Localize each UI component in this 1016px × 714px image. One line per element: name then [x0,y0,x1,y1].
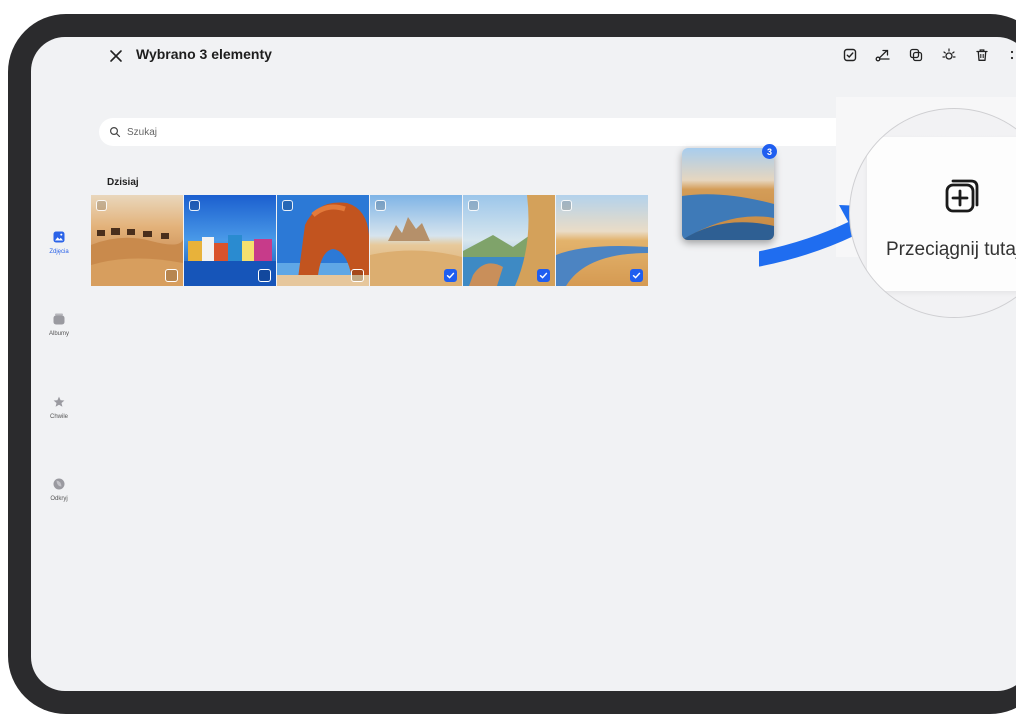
share-icon [875,48,891,62]
photo-thumbnail[interactable] [91,195,183,286]
drop-target-zoom[interactable]: Przeciągnij tutaj [849,108,1016,318]
select-checkbox[interactable] [630,269,643,282]
checkmark-icon [539,271,548,280]
close-selection-button[interactable] [105,45,127,67]
more-icon [1008,48,1016,62]
sidebar-item-label: Zdjęcia [37,249,81,255]
photo-grid [91,195,648,286]
select-all-icon [843,48,857,62]
selection-title: Wybrano 3 elementy [136,46,272,62]
photo-thumbnail[interactable] [556,195,648,286]
select-checkbox[interactable] [258,269,271,282]
motion-photo-icon [375,200,386,211]
photo-thumbnail[interactable] [463,195,555,286]
photo-thumbnail[interactable] [184,195,276,286]
sidebar-item-label: Albumy [37,331,81,337]
delete-button[interactable] [965,43,998,67]
search-input[interactable] [125,126,829,139]
select-checkbox[interactable] [351,269,364,282]
albums-icon [53,313,65,325]
sidebar-item-moments[interactable]: Chwile [37,395,81,420]
sidebar-item-discover[interactable]: Odkryj [37,477,81,502]
brightness-icon [942,48,956,62]
search-icon [109,126,121,138]
select-checkbox[interactable] [165,269,178,282]
motion-photo-icon [96,200,107,211]
photos-icon [53,231,65,243]
checkmark-icon [446,271,455,280]
collage-button[interactable] [899,43,932,67]
more-button[interactable] [998,43,1016,67]
sidebar-item-photos[interactable]: Zdjęcia [37,230,81,255]
gallery-screen: Wybrano 3 elementy [31,37,1016,691]
sidebar-item-albums[interactable]: Albumy [37,312,81,337]
star-icon [53,396,65,408]
photo-thumbnail[interactable] [277,195,369,286]
sidebar-item-label: Chwile [37,414,81,420]
selection-count-badge: 3 [762,144,777,159]
motion-photo-icon [189,200,200,211]
search-bar[interactable] [99,118,869,146]
collage-icon [909,48,923,62]
select-checkbox[interactable] [537,269,550,282]
drop-target-label: Przeciągnij tutaj [886,239,1016,261]
motion-photo-icon [282,200,293,211]
edit-brightness-button[interactable] [932,43,965,67]
photo-thumbnail[interactable] [370,195,462,286]
discover-icon [53,478,65,490]
select-all-button[interactable] [833,43,866,67]
drop-target-card[interactable] [867,137,1016,291]
checkmark-icon [632,271,641,280]
section-title: Dzisiaj [107,177,139,188]
motion-photo-icon [561,200,572,211]
select-checkbox[interactable] [444,269,457,282]
delete-icon [975,48,989,62]
sidebar-item-label: Odkryj [37,496,81,502]
close-icon [105,45,127,67]
toolbar-actions [833,43,1016,67]
share-button[interactable] [866,43,899,67]
motion-photo-icon [468,200,479,211]
add-to-stack-icon [943,176,983,216]
